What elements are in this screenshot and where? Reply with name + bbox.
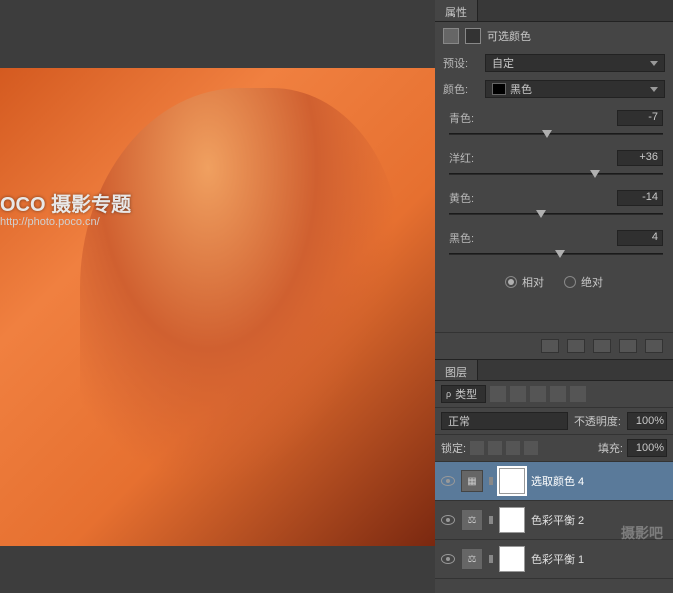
black-slider[interactable] <box>449 248 663 260</box>
filter-adjust-icon[interactable] <box>510 386 526 402</box>
color-value: 黑色 <box>510 81 532 97</box>
layer-name[interactable]: 选取颜色 4 <box>531 473 584 489</box>
magenta-value[interactable]: +36 <box>617 150 663 166</box>
photo-content <box>80 88 400 488</box>
preset-select[interactable]: 自定 <box>485 54 665 72</box>
color-swatch <box>492 83 506 95</box>
mask-icon[interactable] <box>465 28 481 44</box>
cyan-label: 青色: <box>449 110 474 126</box>
eye-icon[interactable] <box>441 554 455 564</box>
chevron-down-icon <box>650 87 658 92</box>
visibility-icon[interactable] <box>619 339 637 353</box>
color-balance-icon: ⚖ <box>461 548 483 570</box>
eye-icon[interactable] <box>441 476 455 486</box>
lock-fill-row: 锁定: 填充: 100% <box>435 435 673 462</box>
filter-type-label: 类型 <box>455 386 477 402</box>
opacity-input[interactable]: 100% <box>627 412 667 430</box>
link-icon <box>489 555 493 563</box>
layers-panel-tabs: 图层 <box>435 359 673 381</box>
layer-row[interactable]: ⚖ 色彩平衡 1 <box>435 540 673 579</box>
layer-mask-thumb[interactable] <box>499 468 525 494</box>
link-icon <box>489 477 493 485</box>
filter-smart-icon[interactable] <box>570 386 586 402</box>
right-panel: 属性 可选颜色 预设: 自定 颜色: 黑色 青色: -7 洋红: +36 <box>435 0 673 593</box>
image-canvas[interactable]: OCO 摄影专题 http://photo.poco.cn/ <box>0 68 435 546</box>
reset-icon[interactable] <box>593 339 611 353</box>
cyan-slider[interactable] <box>449 128 663 140</box>
properties-header: 可选颜色 <box>435 22 673 50</box>
magenta-slider[interactable] <box>449 168 663 180</box>
layer-mask-thumb[interactable] <box>499 507 525 533</box>
color-label: 颜色: <box>443 81 479 97</box>
filter-type-icon[interactable] <box>530 386 546 402</box>
preset-row: 预设: 自定 <box>435 50 673 76</box>
radio-on-icon <box>505 276 517 288</box>
slider-magenta: 洋红: +36 <box>435 142 673 182</box>
slider-cyan: 青色: -7 <box>435 102 673 142</box>
tab-properties[interactable]: 属性 <box>435 0 478 21</box>
properties-footer <box>435 332 673 359</box>
method-radios: 相对 绝对 <box>435 262 673 302</box>
selective-color-icon: ▦ <box>461 470 483 492</box>
slider-black: 黑色: 4 <box>435 222 673 262</box>
filter-pixel-icon[interactable] <box>490 386 506 402</box>
absolute-label: 绝对 <box>581 274 603 290</box>
fill-label: 填充: <box>598 440 623 456</box>
color-row: 颜色: 黑色 <box>435 76 673 102</box>
relative-label: 相对 <box>522 274 544 290</box>
layer-row[interactable]: ▦ 选取颜色 4 <box>435 462 673 501</box>
black-label: 黑色: <box>449 230 474 246</box>
opacity-label: 不透明度: <box>574 413 621 429</box>
properties-tabs: 属性 <box>435 0 673 22</box>
layer-name[interactable]: 色彩平衡 2 <box>531 512 584 528</box>
radio-absolute[interactable]: 绝对 <box>564 274 603 290</box>
radio-relative[interactable]: 相对 <box>505 274 544 290</box>
layers-filter-bar: ρ 类型 <box>435 381 673 408</box>
fill-input[interactable]: 100% <box>627 439 667 457</box>
watermark-main: OCO 摄影专题 <box>0 188 131 217</box>
magenta-label: 洋红: <box>449 150 474 166</box>
color-balance-icon: ⚖ <box>461 509 483 531</box>
preset-value: 自定 <box>492 55 514 71</box>
link-icon <box>489 516 493 524</box>
view-previous-icon[interactable] <box>567 339 585 353</box>
adjustment-icon[interactable] <box>443 28 459 44</box>
lock-label: 锁定: <box>441 440 466 456</box>
slider-yellow: 黄色: -14 <box>435 182 673 222</box>
yellow-slider[interactable] <box>449 208 663 220</box>
preset-label: 预设: <box>443 55 479 71</box>
yellow-value[interactable]: -14 <box>617 190 663 206</box>
adjustment-title: 可选颜色 <box>487 28 531 44</box>
cyan-value[interactable]: -7 <box>617 110 663 126</box>
filter-shape-icon[interactable] <box>550 386 566 402</box>
layer-mask-thumb[interactable] <box>499 546 525 572</box>
filter-type-select[interactable]: ρ 类型 <box>441 385 486 403</box>
eye-icon[interactable] <box>441 515 455 525</box>
clip-icon[interactable] <box>541 339 559 353</box>
yellow-label: 黄色: <box>449 190 474 206</box>
watermark-url: http://photo.poco.cn/ <box>0 216 100 228</box>
blend-opacity-row: 正常 不透明度: 100% <box>435 408 673 435</box>
radio-off-icon <box>564 276 576 288</box>
blend-mode-select[interactable]: 正常 <box>441 412 568 430</box>
black-value[interactable]: 4 <box>617 230 663 246</box>
layer-name[interactable]: 色彩平衡 1 <box>531 551 584 567</box>
tab-layers[interactable]: 图层 <box>435 360 478 380</box>
lock-transparent-icon[interactable] <box>470 441 484 455</box>
color-select[interactable]: 黑色 <box>485 80 665 98</box>
watermark-corner: 摄影吧 <box>621 523 663 543</box>
blend-mode-value: 正常 <box>448 413 470 429</box>
lock-all-icon[interactable] <box>524 441 538 455</box>
lock-pixels-icon[interactable] <box>488 441 502 455</box>
trash-icon[interactable] <box>645 339 663 353</box>
lock-position-icon[interactable] <box>506 441 520 455</box>
chevron-down-icon <box>650 61 658 66</box>
